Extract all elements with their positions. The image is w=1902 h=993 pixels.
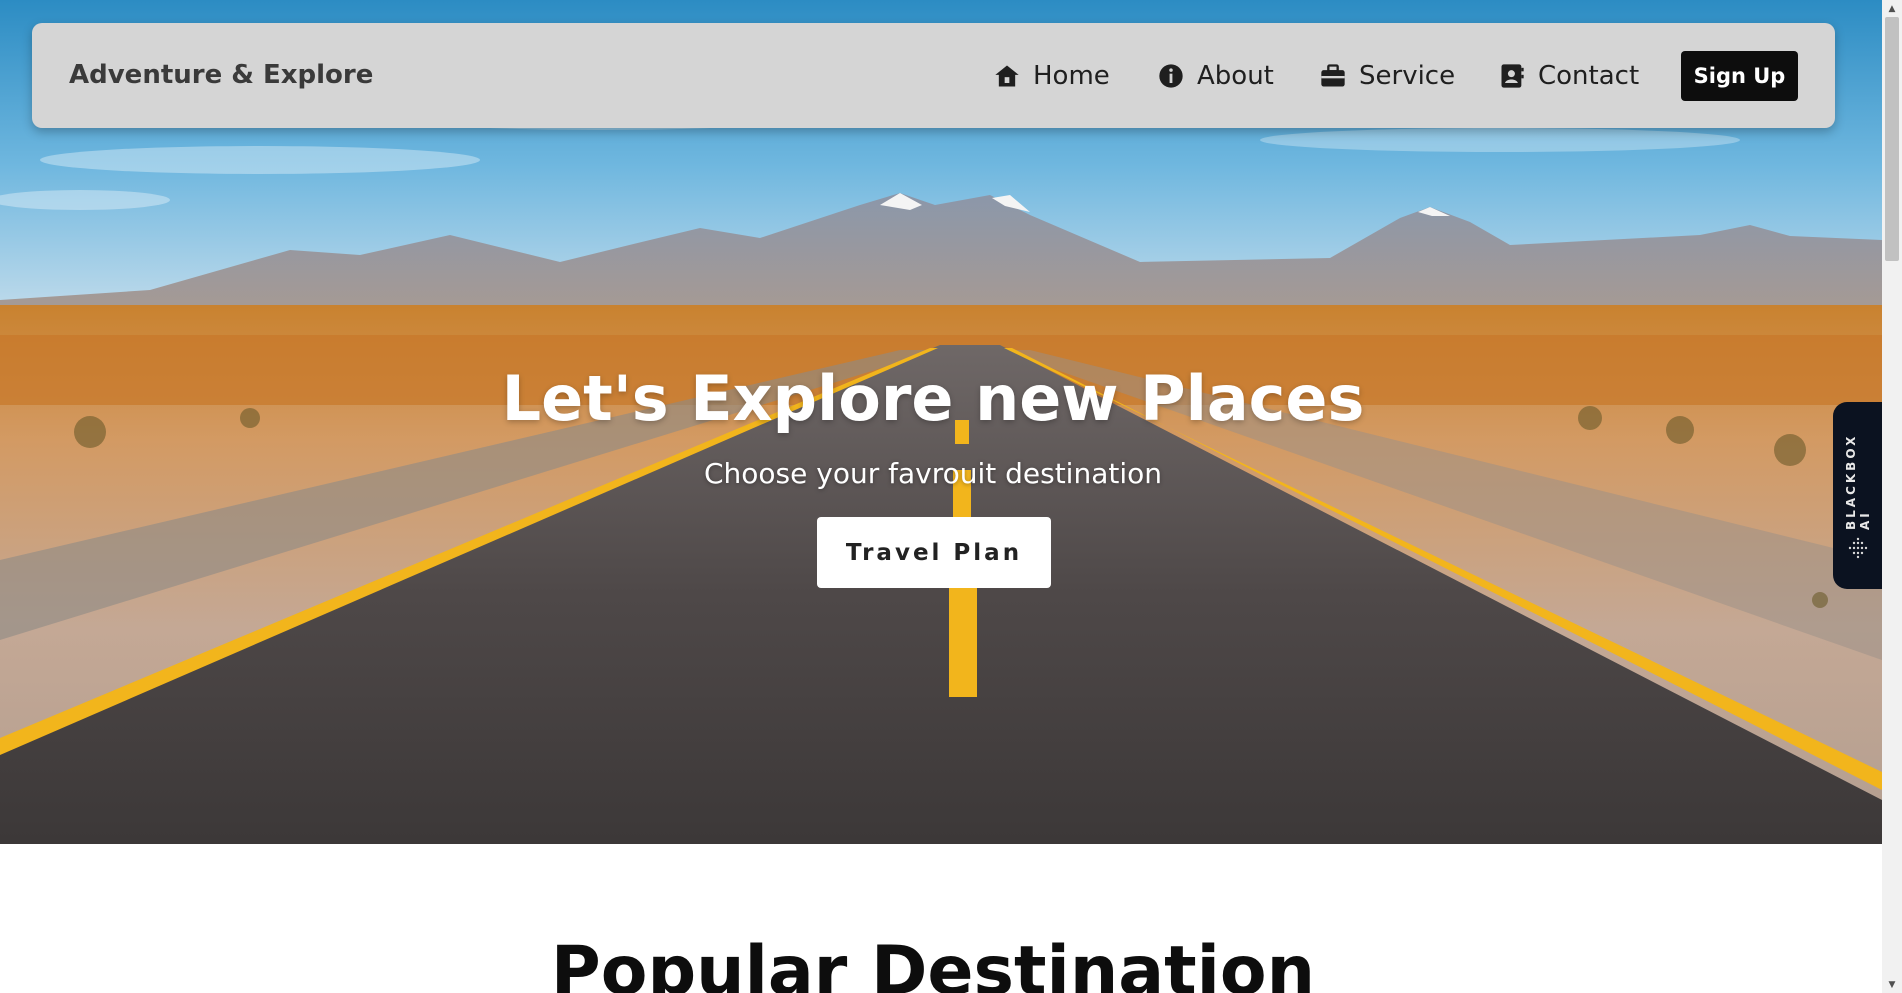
nav-item-service[interactable]: Service xyxy=(1319,23,1455,128)
hero-title: Let's Explore new Places xyxy=(501,362,1365,435)
blackbox-logo-icon xyxy=(1848,537,1868,559)
scrollbar-thumb[interactable] xyxy=(1885,17,1899,261)
travel-plan-button[interactable]: Travel Plan xyxy=(817,517,1051,588)
nav-item-label: Contact xyxy=(1538,60,1640,91)
home-icon xyxy=(993,62,1021,90)
sign-up-button[interactable]: Sign Up xyxy=(1681,51,1798,101)
info-icon xyxy=(1157,62,1185,90)
arrow-up-icon[interactable]: ▲ xyxy=(1882,0,1902,17)
scrollbar[interactable]: ▲ ▼ xyxy=(1882,0,1902,993)
briefcase-icon xyxy=(1319,62,1347,90)
hero-section: Adventure & Explore Home About Service C… xyxy=(0,0,1882,844)
nav-item-label: About xyxy=(1197,60,1274,91)
blackbox-ai-label: BLACKBOX AI xyxy=(1844,433,1872,530)
nav-item-label: Service xyxy=(1359,60,1456,91)
navbar: Adventure & Explore Home About Service C… xyxy=(32,23,1835,128)
nav-item-contact[interactable]: Contact xyxy=(1498,23,1639,128)
arrow-down-icon[interactable]: ▼ xyxy=(1882,976,1902,993)
nav-item-home[interactable]: Home xyxy=(993,23,1110,128)
contact-book-icon xyxy=(1498,62,1526,90)
section-title: Popular Destination xyxy=(550,932,1316,993)
nav-item-label: Home xyxy=(1033,60,1110,91)
brand-logo[interactable]: Adventure & Explore xyxy=(69,23,373,128)
hero-subtitle: Choose your favrouit destination xyxy=(703,457,1163,490)
page-viewport: Adventure & Explore Home About Service C… xyxy=(0,0,1882,993)
nav-item-about[interactable]: About xyxy=(1157,23,1274,128)
